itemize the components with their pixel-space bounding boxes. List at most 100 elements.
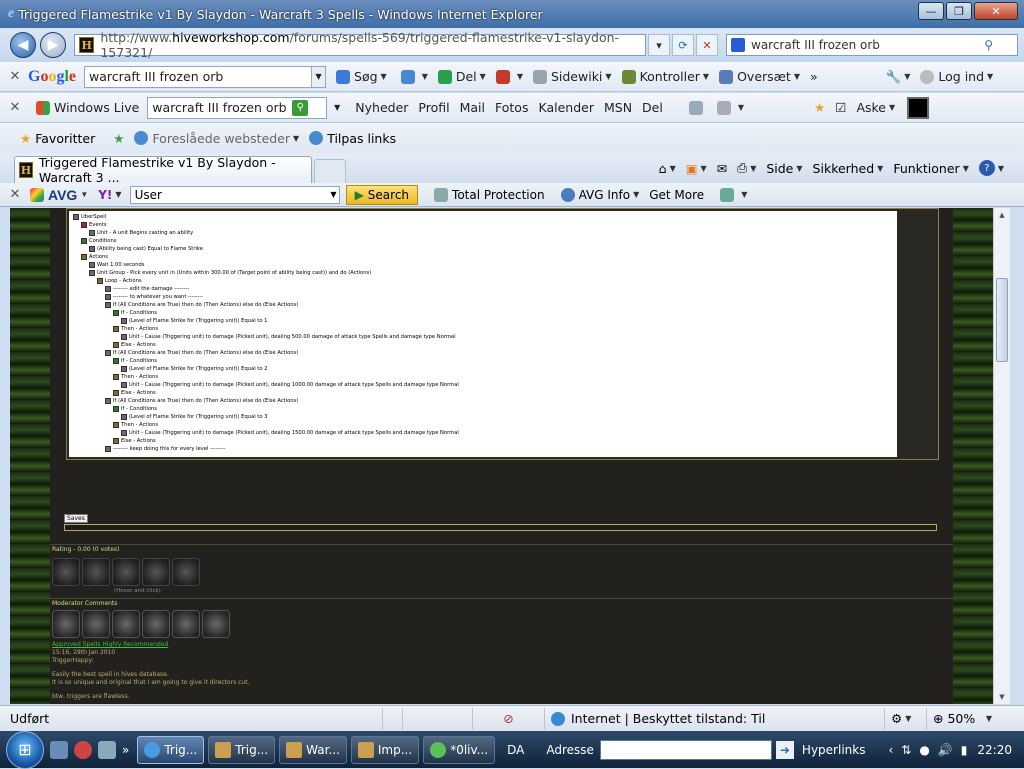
mail-icon[interactable]: ✉: [717, 161, 727, 176]
scroll-down-icon[interactable]: ▼: [994, 690, 1010, 704]
address-dropdown-icon[interactable]: ▾: [648, 34, 670, 56]
yahoo-icon[interactable]: Y! ▼: [98, 188, 121, 202]
browser-search-input[interactable]: warcraft III frozen orb ⚲: [726, 34, 1018, 56]
close-toolbar-icon[interactable]: ✕: [6, 69, 24, 84]
avg-extra-icon[interactable]: ▼: [720, 187, 747, 202]
chevron-down-icon[interactable]: ▼: [334, 103, 340, 112]
wl-link-msn[interactable]: MSN: [604, 100, 632, 115]
quicklaunch-icon[interactable]: [98, 740, 116, 759]
tray-expand-icon[interactable]: ‹: [888, 743, 893, 757]
avg-search-button[interactable]: ▶ Search: [345, 184, 419, 205]
protected-mode-icon[interactable]: ⚙ ▼: [884, 707, 926, 730]
get-more-button[interactable]: Get More: [649, 188, 704, 202]
close-toolbar-icon[interactable]: ✕: [6, 100, 24, 115]
home-icon[interactable]: ⌂ ▼: [659, 161, 676, 176]
suggested-sites-link[interactable]: Foreslåede websteder ▼: [134, 131, 299, 146]
search-icon[interactable]: ⚲: [984, 38, 993, 52]
go-arrow-icon[interactable]: ➜: [775, 740, 794, 759]
scroll-thumb[interactable]: [996, 278, 1008, 362]
share-button[interactable]: Del ▼: [437, 69, 486, 84]
wl-link-news[interactable]: Nyheder: [355, 100, 408, 115]
taskbar-button-ie[interactable]: Trig...: [137, 735, 205, 764]
user-avatar[interactable]: [907, 96, 930, 119]
wl-link-mail[interactable]: Mail: [460, 100, 485, 115]
minimize-button[interactable]: —: [918, 2, 944, 20]
print-icon[interactable]: ⎙ ▼: [737, 160, 756, 176]
stop-icon[interactable]: ✕: [696, 34, 718, 56]
sidewiki-button[interactable]: Sidewiki ▼: [532, 69, 612, 84]
avg-logo[interactable]: AVG ▼: [30, 187, 88, 203]
wl-link-photos[interactable]: Fotos: [495, 100, 528, 115]
search-go-icon[interactable]: ⚲: [292, 99, 309, 116]
sign-in-button[interactable]: Log ind ▼: [920, 69, 993, 84]
taskbar-button-editor[interactable]: Trig...: [208, 735, 276, 764]
wl-link-share[interactable]: Del: [642, 100, 663, 115]
wrench-icon[interactable]: 🔧 ▼: [886, 69, 911, 85]
volume-icon[interactable]: 🔊: [938, 743, 953, 757]
more-chevron-icon[interactable]: »: [810, 69, 818, 84]
taskbar-button-warcraft[interactable]: War...: [279, 735, 347, 764]
windows-live-search-input[interactable]: warcraft III frozen orb ⚲ ▼: [147, 96, 340, 119]
clock[interactable]: 22:20: [977, 743, 1012, 757]
rating-star-icon[interactable]: [52, 558, 80, 586]
new-tab-button[interactable]: [314, 159, 346, 183]
spellcheck-button[interactable]: Kontroller ▼: [621, 69, 709, 84]
rating-star-icon[interactable]: [112, 558, 140, 586]
google-search-button[interactable]: Søg ▼: [336, 69, 387, 84]
help-icon[interactable]: ? ▼: [978, 160, 1004, 176]
hyperlinks-label[interactable]: Hyperlinks: [802, 743, 866, 757]
add-button[interactable]: ▼: [400, 69, 428, 84]
zoom-control[interactable]: ⊕ 50% ▼: [926, 707, 998, 730]
window-icon[interactable]: ▼: [716, 100, 744, 115]
user-menu[interactable]: Aske ▼: [856, 100, 895, 115]
edit-icon[interactable]: [688, 100, 707, 115]
rating-stars[interactable]: [52, 558, 202, 586]
show-desktop-icon[interactable]: [50, 740, 68, 759]
tab-active[interactable]: H Triggered Flamestrike v1 By Slaydon - …: [14, 155, 312, 185]
tools-menu[interactable]: Funktioner ▼: [893, 161, 969, 176]
forward-button[interactable]: ▶: [40, 32, 66, 58]
taskbar-button-import[interactable]: Imp...: [350, 735, 420, 764]
page-menu[interactable]: Side ▼: [766, 161, 802, 176]
back-button[interactable]: ◀: [10, 32, 36, 58]
maximize-button[interactable]: ❐: [946, 2, 972, 20]
taskbar-button-messenger[interactable]: *0liv...: [423, 735, 496, 764]
messenger-tray-icon[interactable]: ●: [919, 743, 929, 757]
add-favorite-icon[interactable]: ★: [113, 131, 124, 146]
avg-info-button[interactable]: AVG Info ▼: [560, 187, 639, 202]
taskbar-address-input[interactable]: [599, 739, 772, 760]
rating-star-icon[interactable]: [82, 558, 110, 586]
wl-link-profile[interactable]: Profil: [418, 100, 449, 115]
start-button[interactable]: ⊞: [6, 730, 44, 769]
favorites-star-icon[interactable]: ★: [814, 100, 825, 115]
vertical-scrollbar[interactable]: ▲ ▼: [993, 208, 1010, 704]
language-indicator[interactable]: DA: [507, 743, 524, 757]
saved-tag[interactable]: Saves: [64, 514, 88, 523]
quicklaunch-icon[interactable]: [74, 740, 92, 759]
battery-icon[interactable]: ▮: [961, 743, 968, 757]
checkbox-icon[interactable]: ☑: [835, 100, 846, 115]
total-protection-button[interactable]: Total Protection: [434, 187, 545, 202]
popup-blocker-button[interactable]: ▼: [495, 69, 523, 84]
customize-links-link[interactable]: Tilpas links: [309, 131, 396, 146]
zone-status[interactable]: Internet | Beskyttet tilstand: Til: [544, 707, 884, 730]
scroll-up-icon[interactable]: ▲: [994, 208, 1010, 222]
network-icon[interactable]: ⇅: [901, 743, 911, 757]
wl-link-calendar[interactable]: Kalender: [538, 100, 594, 115]
rating-star-icon[interactable]: [142, 558, 170, 586]
popup-status-icon[interactable]: ⊘: [472, 707, 544, 730]
favorites-button[interactable]: ★ Favoritter: [20, 131, 95, 146]
rating-star-icon[interactable]: [172, 558, 200, 586]
more-chevron-icon[interactable]: »: [122, 743, 129, 757]
chevron-down-icon[interactable]: ▼: [311, 66, 326, 87]
address-bar[interactable]: H http://www.hiveworkshop.com/forums/spe…: [74, 30, 646, 60]
safety-menu[interactable]: Sikkerhed ▼: [813, 161, 884, 176]
close-window-button[interactable]: ✕: [974, 2, 1018, 20]
recommendation-link[interactable]: Approved Spells Highly Recommended: [52, 641, 168, 648]
avg-search-input[interactable]: User ▼: [129, 185, 340, 204]
refresh-icon[interactable]: ⟳: [672, 34, 694, 56]
chevron-down-icon[interactable]: ▼: [330, 190, 336, 199]
rss-icon[interactable]: ▣ ▼: [686, 161, 707, 176]
translate-button[interactable]: Oversæt ▼: [719, 69, 800, 84]
close-toolbar-icon[interactable]: ✕: [6, 187, 24, 202]
